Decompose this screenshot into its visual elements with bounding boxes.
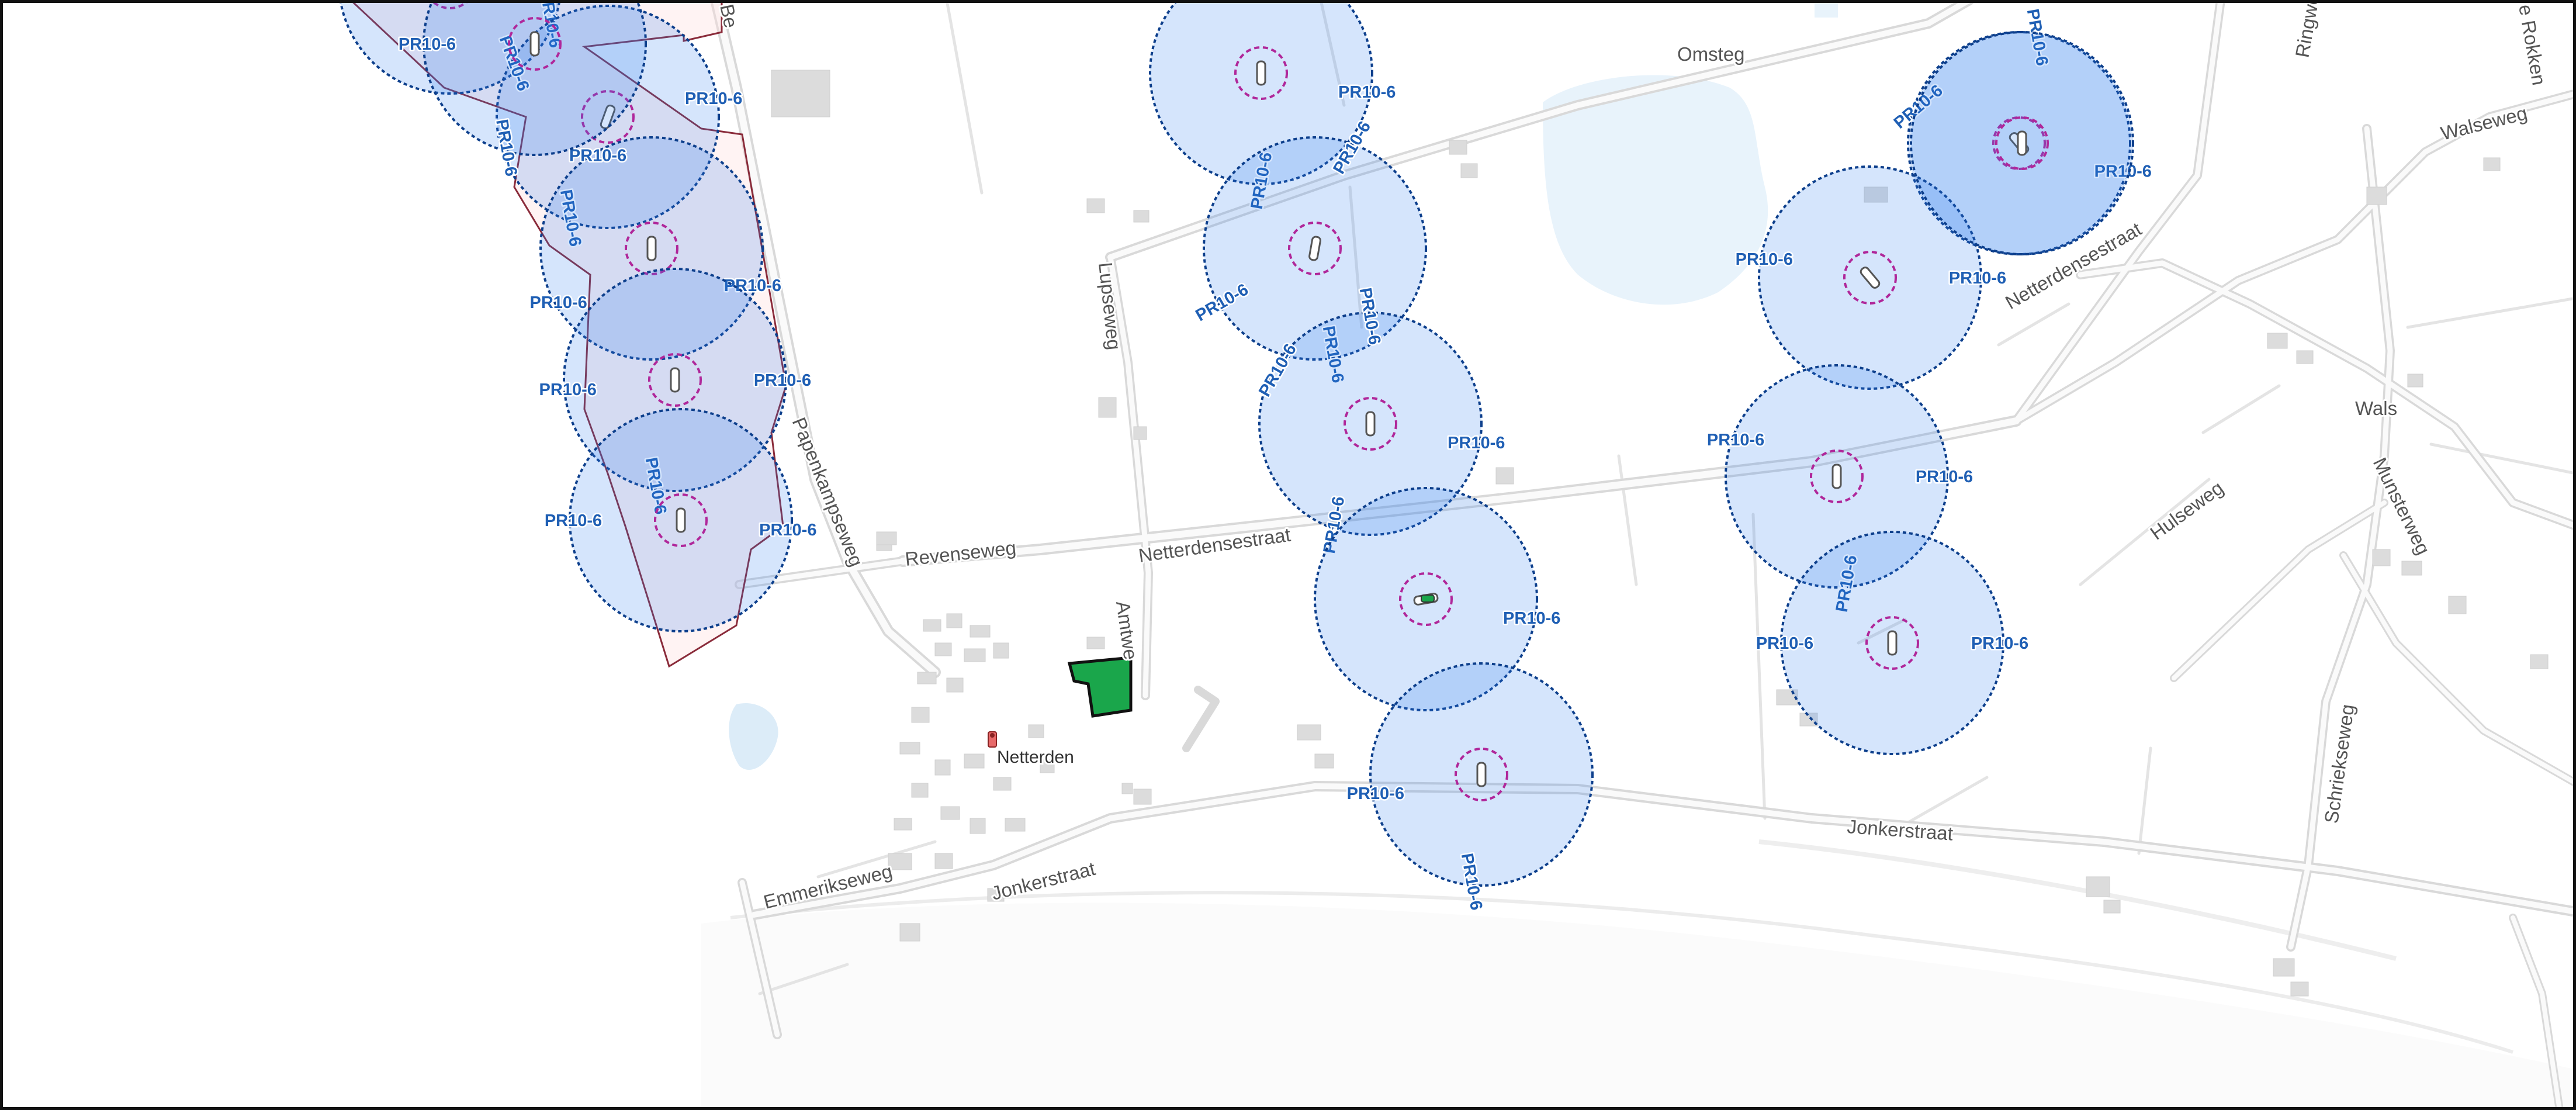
turbine-marker: [670, 367, 680, 393]
buffer-label: PR10-6: [1756, 634, 1813, 653]
buffer-label: PR10-6: [569, 147, 626, 165]
turbine-marker: [1256, 60, 1266, 86]
buffer-label: PR10-6: [1971, 634, 2028, 653]
buffer-label: PR10-6: [539, 381, 597, 399]
label-omsteg: Omsteg: [1677, 43, 1745, 65]
buffer-label: PR10-6: [759, 521, 816, 540]
turbine-marker: [1831, 464, 1842, 489]
turbine-buffer[interactable]: [1910, 31, 2134, 255]
buffer-label: PR10-6: [1736, 250, 1793, 269]
turbine-marker: [2017, 130, 2027, 156]
buffer-label: PR10-6: [1949, 269, 2006, 288]
location-marker-icon[interactable]: [988, 731, 997, 748]
buffer-label: PR10-6: [399, 35, 456, 54]
buffer-label: PR10-6: [1916, 468, 1973, 486]
turbine-marker: [1365, 411, 1376, 437]
map-canvas[interactable]: PR10-6 PR10-6 PR10-6 PR10-6 PR10-6 PR10-6 PR10…: [0, 0, 2576, 1110]
buffer-label: PR10-6: [1707, 431, 1764, 449]
buffer-label: PR10-6: [1503, 609, 1560, 628]
buffer-label: PR10-6: [545, 511, 602, 530]
turbine-marker: [529, 31, 540, 57]
label-netterden: Netterden: [997, 748, 1074, 767]
buffer-label: PR10-6: [529, 293, 587, 312]
turbine-marker: [1476, 762, 1487, 787]
buffer-label: PR10-6: [1338, 83, 1396, 102]
buffer-label: PR10-6: [1448, 434, 1505, 452]
label-wals: Wals: [2355, 397, 2397, 419]
buffer-label: PR10-6: [1347, 784, 1404, 803]
buffer-label: PR10-6: [685, 89, 742, 108]
turbine-marker: [676, 507, 686, 533]
turbine-marker: [1887, 630, 1898, 656]
turbine-highlight-icon: [1421, 594, 1435, 603]
buffer-label: PR10-6: [754, 371, 811, 390]
turbine-marker: [646, 236, 657, 261]
